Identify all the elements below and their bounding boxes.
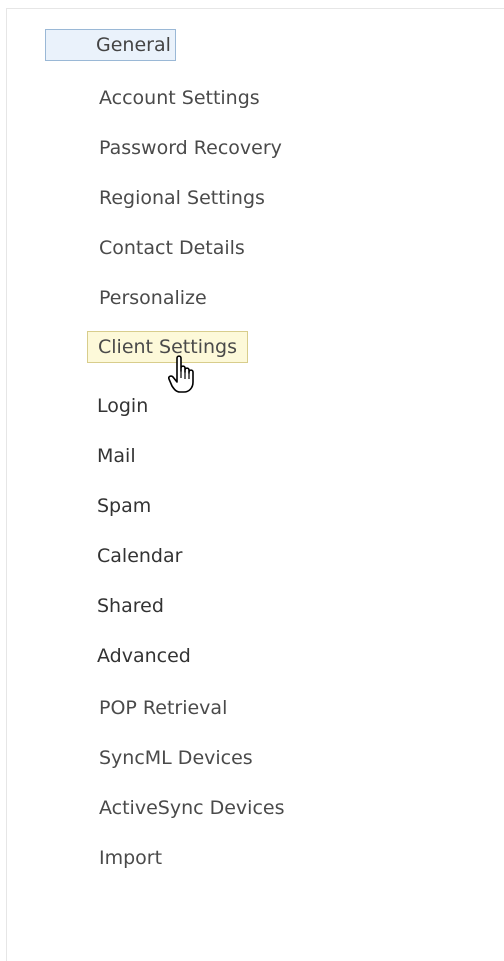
nav-item-password-recovery[interactable]: Password Recovery	[99, 133, 282, 163]
nav-item-personalize[interactable]: Personalize	[99, 283, 207, 313]
nav-item-client-settings[interactable]: Client Settings	[87, 331, 248, 363]
nav-item-advanced[interactable]: Advanced	[97, 641, 191, 671]
nav-item-general[interactable]: General	[45, 29, 176, 61]
nav-item-contact-details[interactable]: Contact Details	[99, 233, 245, 263]
nav-item-calendar[interactable]: Calendar	[97, 541, 182, 571]
nav-item-shared[interactable]: Shared	[97, 591, 164, 621]
nav-item-pop-retrieval[interactable]: POP Retrieval	[99, 693, 227, 723]
settings-panel: General Account Settings Password Recove…	[6, 8, 504, 961]
nav-item-login[interactable]: Login	[97, 391, 148, 421]
nav-item-import[interactable]: Import	[99, 843, 162, 873]
nav-item-account-settings[interactable]: Account Settings	[99, 83, 260, 113]
nav-item-spam[interactable]: Spam	[97, 491, 151, 521]
nav-item-syncml-devices[interactable]: SyncML Devices	[99, 743, 253, 773]
nav-item-activesync-devices[interactable]: ActiveSync Devices	[99, 793, 284, 823]
nav-item-regional-settings[interactable]: Regional Settings	[99, 183, 265, 213]
nav-item-mail[interactable]: Mail	[97, 441, 136, 471]
